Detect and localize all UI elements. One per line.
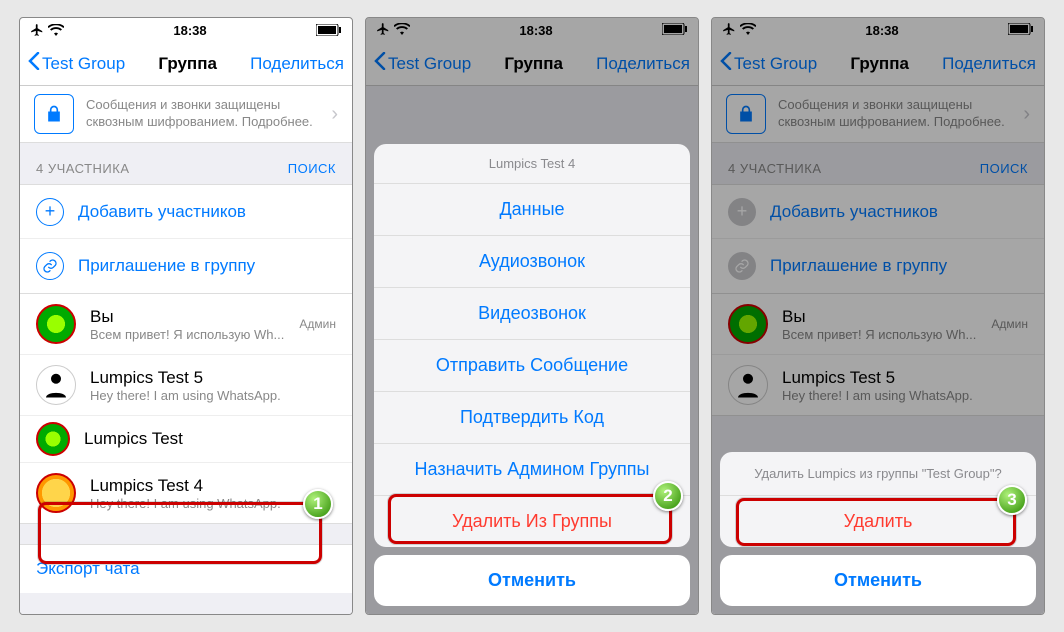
add-members-button[interactable]: + Добавить участников: [20, 185, 352, 239]
back-button[interactable]: Test Group: [28, 52, 125, 75]
sheet-title: Lumpics Test 4: [374, 144, 690, 184]
export-chat-button[interactable]: Экспорт чата: [20, 544, 352, 593]
avatar: [36, 422, 70, 456]
confirm-sheet: Удалить Lumpics из группы "Test Group"? …: [720, 452, 1036, 606]
confirm-cancel-button[interactable]: Отменить: [720, 555, 1036, 606]
admin-badge: Админ: [299, 317, 336, 331]
member-status: Hey there! I am using WhatsApp.: [90, 496, 336, 511]
chevron-right-icon: ›: [331, 103, 338, 126]
chevron-left-icon: [28, 52, 40, 75]
member-row-self[interactable]: Вы Всем привет! Я использую Wh... Админ: [20, 294, 352, 355]
airplane-icon: [30, 23, 44, 37]
encryption-row[interactable]: Сообщения и звонки защищены сквозным шиф…: [20, 86, 352, 143]
status-time: 18:38: [173, 23, 206, 38]
status-bar: 18:38: [20, 18, 352, 42]
avatar: [36, 473, 76, 513]
members-list: Вы Всем привет! Я использую Wh... Админ …: [20, 293, 352, 524]
sheet-item-make-admin[interactable]: Назначить Админом Группы: [374, 444, 690, 496]
encryption-text: Сообщения и звонки защищены сквозным шиф…: [86, 97, 319, 131]
plus-icon: +: [36, 198, 64, 226]
invite-link-label: Приглашение в группу: [78, 256, 255, 276]
phone-screenshot-1: 18:38 Test Group Группа Поделиться Сообщ…: [19, 17, 353, 615]
sheet-item-remove[interactable]: Удалить Из Группы: [374, 496, 690, 547]
member-name: Вы: [90, 307, 285, 327]
navbar-title: Группа: [158, 54, 217, 74]
phone-screenshot-2: 18:38 Test Group Группа Поделиться Lumpi…: [365, 17, 699, 615]
members-section-header: 4 УЧАСТНИКА ПОИСК: [20, 143, 352, 184]
sheet-item-video-call[interactable]: Видеозвонок: [374, 288, 690, 340]
confirm-group: Удалить Lumpics из группы "Test Group"? …: [720, 452, 1036, 547]
add-members-label: Добавить участников: [78, 202, 246, 222]
actions-list: + Добавить участников Приглашение в груп…: [20, 184, 352, 294]
member-name: Lumpics Test: [84, 429, 336, 449]
search-button[interactable]: ПОИСК: [288, 161, 336, 176]
link-icon: [36, 252, 64, 280]
wifi-icon: [48, 24, 64, 36]
member-row[interactable]: Lumpics Test: [20, 416, 352, 463]
member-status: Hey there! I am using WhatsApp.: [90, 388, 336, 403]
confirm-question: Удалить Lumpics из группы "Test Group"?: [720, 452, 1036, 496]
sheet-item-info[interactable]: Данные: [374, 184, 690, 236]
confirm-delete-button[interactable]: Удалить: [720, 496, 1036, 547]
sheet-item-send-message[interactable]: Отправить Сообщение: [374, 340, 690, 392]
member-status: Всем привет! Я использую Wh...: [90, 327, 285, 342]
sheet-cancel-button[interactable]: Отменить: [374, 555, 690, 606]
battery-icon: [316, 24, 342, 36]
member-row[interactable]: Lumpics Test 5 Hey there! I am using Wha…: [20, 355, 352, 416]
avatar: [36, 365, 76, 405]
phone-screenshot-3: 18:38 Test Group Группа Поделиться Сообщ…: [711, 17, 1045, 615]
sheet-item-verify-code[interactable]: Подтвердить Код: [374, 392, 690, 444]
back-label: Test Group: [42, 54, 125, 74]
members-count: 4 УЧАСТНИКА: [36, 161, 130, 176]
avatar: [36, 304, 76, 344]
lock-icon: [34, 94, 74, 134]
action-sheet: Lumpics Test 4 Данные Аудиозвонок Видеоз…: [374, 144, 690, 606]
member-row-target[interactable]: Lumpics Test 4 Hey there! I am using Wha…: [20, 463, 352, 523]
navbar: Test Group Группа Поделиться: [20, 42, 352, 86]
content-area: Сообщения и звонки защищены сквозным шиф…: [20, 86, 352, 614]
member-name: Lumpics Test 5: [90, 368, 336, 388]
member-name: Lumpics Test 4: [90, 476, 336, 496]
invite-link-button[interactable]: Приглашение в группу: [20, 239, 352, 293]
share-button[interactable]: Поделиться: [250, 54, 344, 74]
sheet-actions-group: Lumpics Test 4 Данные Аудиозвонок Видеоз…: [374, 144, 690, 547]
sheet-item-audio-call[interactable]: Аудиозвонок: [374, 236, 690, 288]
